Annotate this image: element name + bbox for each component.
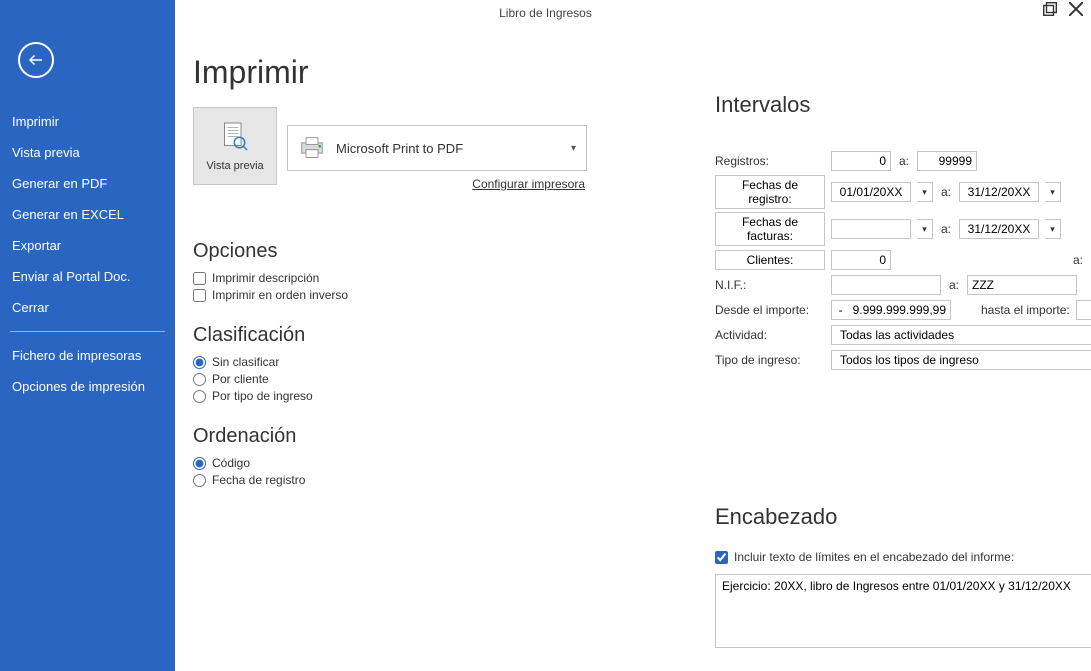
a-label: a: bbox=[947, 278, 961, 292]
chevron-down-icon[interactable]: ▾ bbox=[1045, 182, 1061, 202]
sidebar-item-generar-pdf[interactable]: Generar en PDF bbox=[0, 168, 175, 199]
nif-to-input[interactable] bbox=[967, 275, 1077, 295]
registros-to-input[interactable] bbox=[917, 151, 977, 171]
chevron-down-icon: ▾ bbox=[571, 143, 576, 154]
fechas-registro-to-input[interactable] bbox=[959, 182, 1039, 202]
printer-icon bbox=[298, 136, 326, 160]
preview-button[interactable]: Vista previa bbox=[193, 107, 277, 185]
a-label: a: bbox=[1071, 253, 1085, 267]
importe-from-input[interactable] bbox=[831, 300, 951, 320]
actividad-select[interactable]: Todas las actividades bbox=[831, 325, 1091, 345]
importe-to-label: hasta el importe: bbox=[981, 303, 1070, 317]
checkbox-print-reverse[interactable]: Imprimir en orden inverso bbox=[193, 288, 533, 302]
registros-label: Registros: bbox=[715, 154, 825, 168]
registros-from-input[interactable] bbox=[831, 151, 891, 171]
sidebar-item-fichero-impresoras[interactable]: Fichero de impresoras bbox=[0, 340, 175, 371]
classification-heading: Clasificación bbox=[193, 324, 533, 347]
printer-select[interactable]: Microsoft Print to PDF ▾ bbox=[287, 125, 587, 171]
close-icon[interactable] bbox=[1069, 2, 1083, 16]
sidebar-divider bbox=[10, 331, 165, 332]
sidebar-item-generar-excel[interactable]: Generar en EXCEL bbox=[0, 199, 175, 230]
encabezado-heading: Encabezado bbox=[715, 504, 1091, 530]
chevron-down-icon[interactable]: ▾ bbox=[917, 219, 933, 239]
configure-printer-link[interactable]: Configurar impresora bbox=[472, 177, 585, 191]
preview-button-label: Vista previa bbox=[206, 160, 263, 172]
sidebar-item-enviar-portal[interactable]: Enviar al Portal Doc. bbox=[0, 261, 175, 292]
restore-icon[interactable] bbox=[1043, 2, 1057, 16]
nif-label: N.I.F.: bbox=[715, 278, 825, 292]
header-text-area[interactable] bbox=[715, 574, 1091, 648]
back-button[interactable] bbox=[18, 42, 54, 78]
sidebar-item-opciones-impresion[interactable]: Opciones de impresión bbox=[0, 371, 175, 402]
window-title: Libro de Ingresos bbox=[499, 6, 592, 20]
document-preview-icon bbox=[217, 120, 253, 156]
intervals-heading: Intervalos bbox=[715, 92, 1091, 118]
checkbox-include-limits[interactable]: Incluir texto de límites en el encabezad… bbox=[715, 550, 1091, 564]
nif-from-input[interactable] bbox=[831, 275, 941, 295]
clientes-button[interactable]: Clientes: bbox=[715, 250, 825, 270]
radio-fecha-registro[interactable]: Fecha de registro bbox=[193, 473, 533, 487]
importe-from-label: Desde el importe: bbox=[715, 303, 825, 317]
sidebar-item-cerrar[interactable]: Cerrar bbox=[0, 292, 175, 323]
radio-sin-clasificar[interactable]: Sin clasificar bbox=[193, 355, 533, 369]
fechas-facturas-button[interactable]: Fechas de facturas: bbox=[715, 212, 825, 246]
fechas-registro-from-input[interactable] bbox=[831, 182, 911, 202]
sidebar-item-imprimir[interactable]: Imprimir bbox=[0, 106, 175, 137]
tipo-ingreso-select[interactable]: Todos los tipos de ingreso bbox=[831, 350, 1091, 370]
fechas-facturas-to-input[interactable] bbox=[959, 219, 1039, 239]
sidebar-item-vista-previa[interactable]: Vista previa bbox=[0, 137, 175, 168]
chevron-down-icon[interactable]: ▾ bbox=[917, 182, 933, 202]
a-label: a: bbox=[939, 222, 953, 236]
chevron-down-icon[interactable]: ▾ bbox=[1045, 219, 1061, 239]
radio-codigo[interactable]: Código bbox=[193, 456, 533, 470]
clientes-from-input[interactable] bbox=[831, 250, 891, 270]
radio-por-cliente[interactable]: Por cliente bbox=[193, 372, 533, 386]
ordering-heading: Ordenación bbox=[193, 425, 533, 448]
fechas-registro-button[interactable]: Fechas de registro: bbox=[715, 175, 825, 209]
sidebar: Imprimir Vista previa Generar en PDF Gen… bbox=[0, 0, 175, 671]
printer-name: Microsoft Print to PDF bbox=[336, 141, 561, 156]
a-label: a: bbox=[897, 154, 911, 168]
checkbox-print-description[interactable]: Imprimir descripción bbox=[193, 271, 533, 285]
a-label: a: bbox=[939, 185, 953, 199]
options-heading: Opciones bbox=[193, 240, 533, 263]
sidebar-item-exportar[interactable]: Exportar bbox=[0, 230, 175, 261]
importe-to-input[interactable] bbox=[1076, 300, 1091, 320]
tipo-ingreso-label: Tipo de ingreso: bbox=[715, 353, 825, 367]
radio-por-tipo-ingreso[interactable]: Por tipo de ingreso bbox=[193, 389, 533, 403]
actividad-label: Actividad: bbox=[715, 328, 825, 342]
page-title: Imprimir bbox=[193, 54, 1071, 91]
fechas-facturas-from-input[interactable] bbox=[831, 219, 911, 239]
